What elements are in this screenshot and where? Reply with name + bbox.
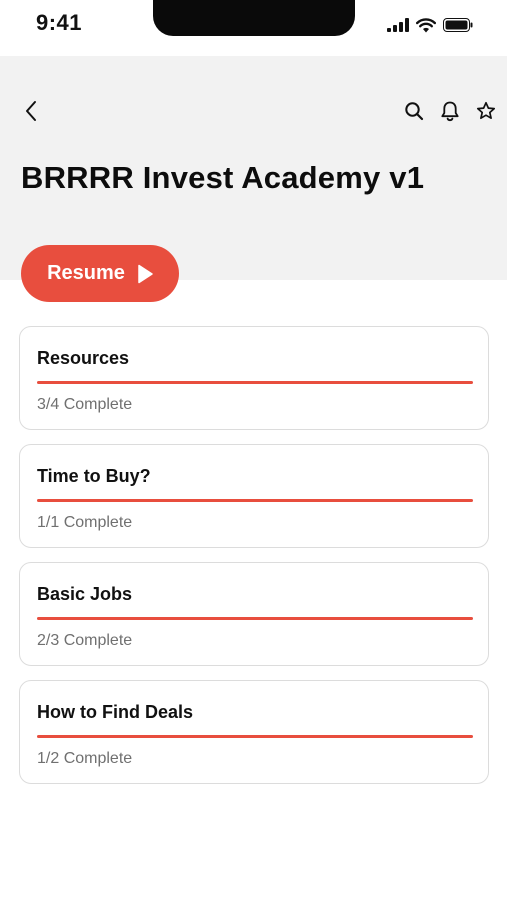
module-title: Basic Jobs <box>37 584 133 604</box>
favorite-button[interactable] <box>473 98 499 124</box>
module-progress-bar <box>37 499 473 502</box>
play-icon <box>138 264 153 283</box>
back-button[interactable] <box>18 98 44 124</box>
status-bar: 9:41 <box>0 0 507 56</box>
module-title: Resources <box>37 348 130 368</box>
resume-button-label: Resume <box>47 262 125 284</box>
wifi-icon <box>416 17 436 32</box>
module-card[interactable]: How to Find Deals 1/2 Complete <box>19 680 489 784</box>
notifications-button[interactable] <box>437 98 463 124</box>
cellular-signal-icon <box>387 18 409 32</box>
module-list: Resources 3/4 Complete Time to Buy? 1/1 … <box>19 326 489 798</box>
module-progress-fill <box>37 617 473 620</box>
bell-icon <box>441 101 459 122</box>
battery-icon <box>443 18 473 32</box>
resume-button[interactable]: Resume <box>21 245 179 302</box>
status-icons <box>387 15 473 35</box>
star-icon <box>476 101 496 120</box>
module-progress-bar <box>37 617 473 620</box>
module-card[interactable]: Time to Buy? 1/1 Complete <box>19 444 489 548</box>
search-icon <box>405 102 424 121</box>
module-status: 1/1 Complete <box>37 514 133 531</box>
module-card[interactable]: Basic Jobs 2/3 Complete <box>19 562 489 666</box>
search-button[interactable] <box>401 98 427 124</box>
module-card[interactable]: Resources 3/4 Complete <box>19 326 489 430</box>
module-status: 3/4 Complete <box>37 396 133 413</box>
camera-notch <box>153 0 355 36</box>
module-title: How to Find Deals <box>37 702 194 722</box>
module-progress-bar <box>37 735 473 738</box>
module-progress-fill <box>37 499 473 502</box>
page-title: BRRRR Invest Academy v1 <box>21 160 425 195</box>
header-actions <box>401 98 499 124</box>
status-time: 9:41 <box>36 10 83 35</box>
module-status: 1/2 Complete <box>37 750 133 767</box>
chevron-left-icon <box>26 101 36 121</box>
module-status: 2/3 Complete <box>37 632 133 649</box>
app-screen: 9:41 BRRRR Invest Academy v1 Resume Reso… <box>0 0 507 900</box>
module-title: Time to Buy? <box>37 466 151 486</box>
module-progress-fill <box>37 735 473 738</box>
module-progress-fill <box>37 381 473 384</box>
module-progress-bar <box>37 381 473 384</box>
